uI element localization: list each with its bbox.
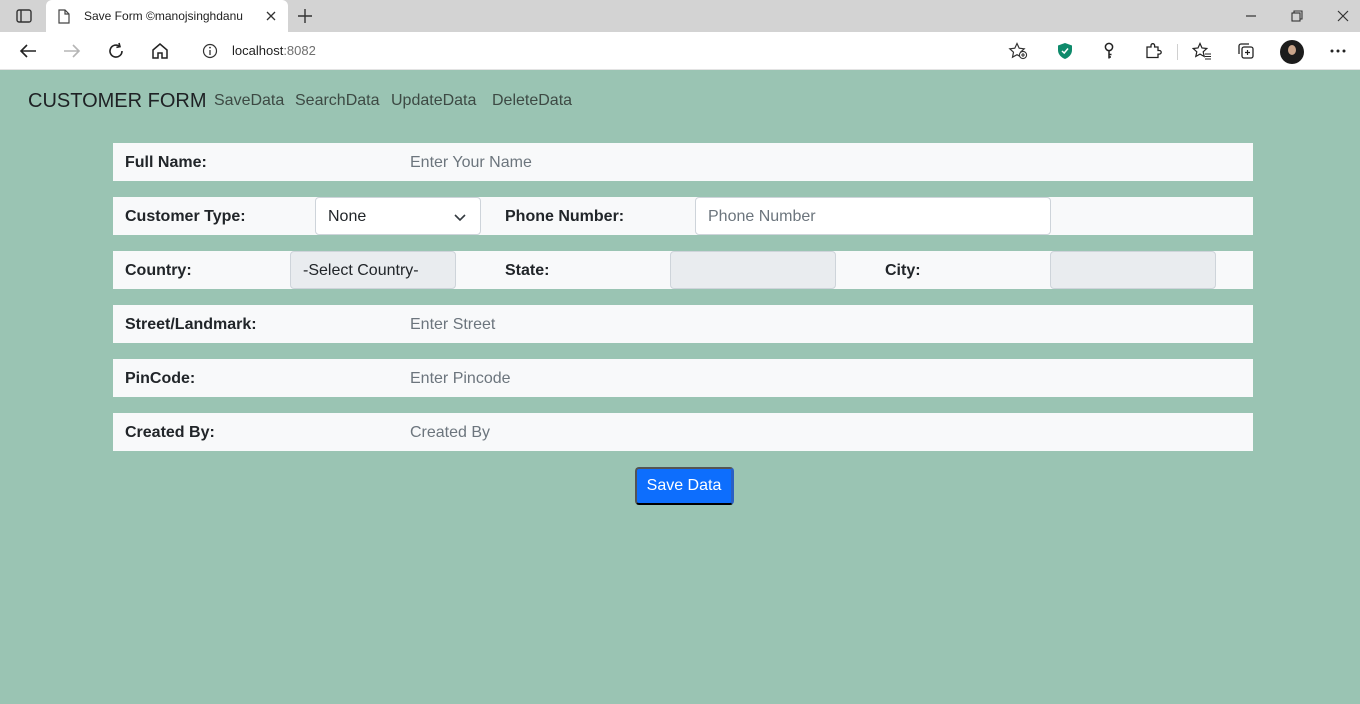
new-tab-icon[interactable]: [294, 6, 316, 26]
form-row-type-phone: Customer Type: None Phone Number: Phone …: [113, 197, 1253, 235]
back-arrow-icon[interactable]: [16, 40, 40, 62]
tab-actions-icon[interactable]: [10, 7, 38, 25]
state-select[interactable]: [670, 251, 836, 289]
pincode-label: PinCode:: [125, 370, 196, 387]
close-window-icon[interactable]: [1331, 6, 1355, 26]
street-input[interactable]: Enter Street: [410, 316, 495, 334]
navbar: CUSTOMER FORM SaveData SearchData Update…: [0, 70, 1360, 130]
form-row-street: Street/Landmark: Enter Street: [113, 305, 1253, 343]
customer-type-label: Customer Type:: [125, 208, 246, 225]
save-data-button[interactable]: Save Data: [635, 467, 734, 505]
form-row-pincode: PinCode: Enter Pincode: [113, 359, 1253, 397]
key-icon[interactable]: [1097, 40, 1121, 62]
address-bar[interactable]: localhost:8082: [188, 36, 1036, 66]
minimize-icon[interactable]: [1239, 6, 1263, 26]
forward-arrow-icon[interactable]: [60, 40, 84, 62]
avatar[interactable]: [1280, 40, 1304, 64]
home-icon[interactable]: [148, 40, 172, 62]
avatar-face: [1288, 45, 1296, 55]
form-row-location: Country: -Select Country- State: City:: [113, 251, 1253, 289]
refresh-icon[interactable]: [104, 40, 128, 62]
full-name-label: Full Name:: [125, 154, 207, 171]
country-select[interactable]: -Select Country-: [290, 251, 456, 289]
country-value: -Select Country-: [303, 262, 419, 279]
page-icon: [58, 8, 72, 24]
puzzle-icon[interactable]: [1141, 40, 1165, 62]
collections-icon[interactable]: [1234, 40, 1258, 62]
customer-type-value: None: [328, 208, 367, 225]
favorites-icon[interactable]: [1190, 40, 1214, 62]
customer-type-select[interactable]: None: [315, 197, 481, 235]
browser-tab[interactable]: Save Form ©manojsinghdanu: [46, 0, 288, 32]
browser-tab-bar: Save Form ©manojsinghdanu: [0, 0, 1360, 32]
close-tab-icon[interactable]: [264, 9, 278, 23]
city-select[interactable]: [1050, 251, 1216, 289]
full-name-input[interactable]: Enter Your Name: [410, 154, 532, 172]
browser-toolbar: localhost:8082: [0, 32, 1360, 70]
state-label: State:: [505, 262, 550, 279]
shield-icon[interactable]: [1053, 40, 1077, 62]
nav-link-searchdata[interactable]: SearchData: [295, 92, 380, 110]
nav-link-deletedata[interactable]: DeleteData: [492, 92, 572, 110]
star-plus-icon[interactable]: [1008, 42, 1028, 60]
form-row-created-by: Created By: Created By: [113, 413, 1253, 451]
navbar-brand[interactable]: CUSTOMER FORM: [28, 90, 207, 113]
tab-title: Save Form ©manojsinghdanu: [84, 9, 243, 23]
url-text: localhost:8082: [232, 43, 316, 58]
created-by-label: Created By:: [125, 424, 215, 441]
city-label: City:: [885, 262, 921, 279]
phone-label: Phone Number:: [505, 208, 625, 225]
more-icon[interactable]: [1326, 40, 1350, 62]
phone-placeholder: Phone Number: [708, 208, 816, 225]
url-port: :8082: [283, 43, 316, 58]
nav-link-updatedata[interactable]: UpdateData: [391, 92, 476, 110]
pincode-input[interactable]: Enter Pincode: [410, 370, 511, 388]
url-host: localhost: [232, 43, 284, 58]
info-icon[interactable]: [202, 43, 218, 59]
nav-link-savedata[interactable]: SaveData: [214, 92, 284, 110]
country-label: Country:: [125, 262, 192, 279]
created-by-input[interactable]: Created By: [410, 424, 490, 442]
street-label: Street/Landmark:: [125, 316, 257, 333]
form-row-full-name: Full Name: Enter Your Name: [113, 143, 1253, 181]
restore-icon[interactable]: [1285, 6, 1309, 26]
toolbar-divider: [1177, 44, 1178, 60]
phone-input[interactable]: Phone Number: [695, 197, 1051, 235]
chevron-down-icon: [454, 214, 466, 222]
